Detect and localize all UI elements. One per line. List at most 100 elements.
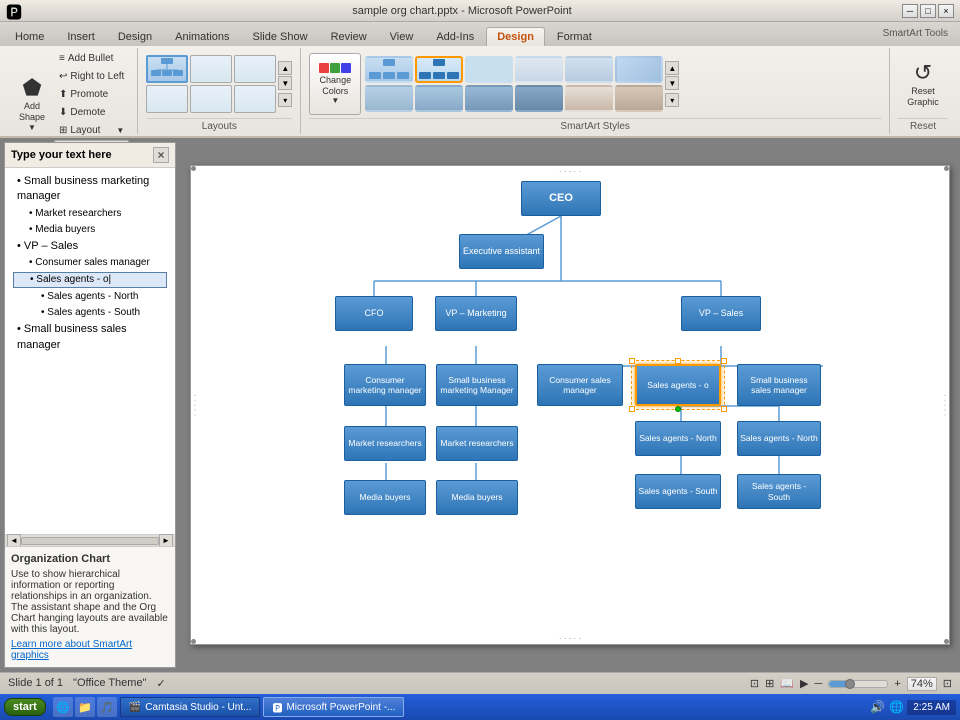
layouts-scroll-up[interactable]: ▲: [278, 61, 292, 75]
layout-button[interactable]: ⊞ Layout ▼: [54, 122, 129, 139]
node-sales-s-2[interactable]: Sales agents - South: [737, 474, 821, 509]
taskbar-powerpoint[interactable]: 🅿 Microsoft PowerPoint -...: [263, 697, 404, 717]
top-dots: · · · · ·: [559, 167, 581, 176]
tab-review[interactable]: Review: [320, 27, 378, 46]
add-shape-button[interactable]: ⬟ AddShape ▼: [12, 73, 52, 135]
style-thumb-6[interactable]: [615, 56, 663, 83]
zoom-slider[interactable]: [828, 680, 888, 688]
style-thumb-8[interactable]: [415, 85, 463, 112]
tab-animations[interactable]: Animations: [164, 27, 240, 46]
style-thumb-2[interactable]: [415, 56, 463, 83]
view-reading-icon[interactable]: 📖: [780, 677, 794, 690]
node-cfo[interactable]: CFO: [335, 296, 413, 331]
layouts-scroll-down[interactable]: ▼: [278, 76, 292, 90]
text-pane-item-7: Sales agents - North: [13, 290, 167, 304]
text-pane-item-1: Small business marketing manager: [13, 174, 167, 205]
styles-scroll: ▲ ▼ ▾: [665, 61, 679, 107]
info-link[interactable]: Learn more about SmartArt graphics: [11, 639, 132, 661]
node-sales-n-1[interactable]: Sales agents - North: [635, 421, 721, 456]
view-normal-icon[interactable]: ⊡: [750, 677, 759, 690]
zoom-thumb[interactable]: [845, 679, 855, 689]
node-exec-asst[interactable]: Executive assistant: [459, 234, 544, 269]
node-vp-sales[interactable]: VP – Sales: [681, 296, 761, 331]
layout-thumb-2[interactable]: [190, 55, 232, 83]
style-thumb-9[interactable]: [465, 85, 513, 112]
layout-thumb-6[interactable]: [234, 85, 276, 113]
style-thumb-11[interactable]: [565, 85, 613, 112]
style-thumb-4[interactable]: [515, 56, 563, 83]
fit-page-icon[interactable]: ⊡: [943, 677, 952, 690]
taskbar-ppt-label: Microsoft PowerPoint -...: [286, 702, 395, 713]
node-ceo[interactable]: CEO: [521, 181, 601, 216]
tab-home[interactable]: Home: [4, 27, 55, 46]
tab-insert[interactable]: Insert: [56, 27, 106, 46]
style-thumb-3[interactable]: [465, 56, 513, 83]
style-thumb-7[interactable]: [365, 85, 413, 112]
view-slide-icon[interactable]: ⊞: [765, 677, 774, 690]
tab-slideshow[interactable]: Slide Show: [242, 27, 319, 46]
style-thumb-12[interactable]: [615, 85, 663, 112]
close-button[interactable]: ×: [938, 4, 954, 18]
tab-addins[interactable]: Add-Ins: [425, 27, 485, 46]
text-pane-scroll-track[interactable]: [21, 537, 159, 545]
layout-thumb-3[interactable]: [234, 55, 276, 83]
node-media-1[interactable]: Media buyers: [344, 480, 426, 515]
network-icon[interactable]: 🌐: [889, 700, 904, 714]
tab-view[interactable]: View: [379, 27, 425, 46]
right-to-left-button[interactable]: ↩ Right to Left: [54, 68, 129, 85]
tab-design[interactable]: Design: [107, 27, 163, 46]
bottom-dots: · · · · ·: [559, 634, 581, 643]
node-sales-s-1[interactable]: Sales agents - South: [635, 474, 721, 509]
node-consumer-mkt[interactable]: Consumer marketing manager: [344, 364, 426, 406]
view-slideshow-icon[interactable]: ▶: [800, 677, 808, 690]
tab-format[interactable]: Format: [546, 27, 603, 46]
style-thumb-1[interactable]: [365, 56, 413, 83]
maximize-button[interactable]: □: [920, 4, 936, 18]
styles-scroll-up[interactable]: ▲: [665, 61, 679, 75]
layouts-scroll-more[interactable]: ▾: [278, 93, 292, 107]
node-market-res-2[interactable]: Market researchers: [436, 426, 518, 461]
slide-canvas[interactable]: CEO Executive assistant CFO VP – Marketi…: [190, 165, 950, 645]
node-consumer-sales[interactable]: Consumer sales manager: [537, 364, 623, 406]
minimize-button[interactable]: ─: [902, 4, 918, 18]
promote-button[interactable]: ⬆ Promote: [54, 86, 129, 103]
node-sales-n-2[interactable]: Sales agents - North: [737, 421, 821, 456]
reset-graphic-button[interactable]: ↺ ResetGraphic: [898, 53, 948, 115]
demote-button[interactable]: ⬇ Demote: [54, 104, 129, 121]
styles-grid: [365, 56, 663, 112]
style-thumb-10[interactable]: [515, 85, 563, 112]
taskbar-icon-media[interactable]: 🎵: [97, 697, 117, 717]
node-small-biz-sales[interactable]: Small business sales manager: [737, 364, 821, 406]
status-right: ⊡ ⊞ 📖 ▶ ─ + 74% ⊡: [750, 677, 952, 691]
theme-info: "Office Theme": [73, 677, 146, 690]
text-pane-body[interactable]: Small business marketing manager Market …: [5, 168, 175, 534]
text-pane-item-6[interactable]: Sales agents - o|: [13, 272, 167, 288]
node-market-res-1[interactable]: Market researchers: [344, 426, 426, 461]
text-pane-title: Type your text here: [11, 149, 112, 161]
layouts-label: Layouts: [146, 118, 292, 132]
node-sales-agents-o[interactable]: Sales agents - o: [635, 364, 721, 406]
volume-icon[interactable]: 🔊: [870, 700, 885, 714]
taskbar-icon-folder[interactable]: 📁: [75, 697, 95, 717]
zoom-minus[interactable]: ─: [815, 678, 823, 690]
add-shape-arrow: ▼: [28, 123, 36, 132]
styles-scroll-more[interactable]: ▾: [665, 93, 679, 107]
start-button[interactable]: start: [4, 698, 46, 716]
style-thumb-5[interactable]: [565, 56, 613, 83]
layout-thumb-5[interactable]: [190, 85, 232, 113]
zoom-level[interactable]: 74%: [907, 677, 937, 691]
change-colors-button[interactable]: Change Colors ▼: [309, 53, 361, 115]
taskbar-icon-ie[interactable]: 🌐: [53, 697, 73, 717]
node-media-2[interactable]: Media buyers: [436, 480, 518, 515]
text-pane-close-button[interactable]: ×: [153, 147, 169, 163]
node-vp-marketing[interactable]: VP – Marketing: [435, 296, 517, 331]
layout-thumb-1[interactable]: [146, 55, 188, 83]
tab-smartart-design[interactable]: Design: [486, 27, 545, 46]
layout-thumb-4[interactable]: [146, 85, 188, 113]
taskbar-clock[interactable]: 2:25 AM: [907, 700, 956, 715]
zoom-plus[interactable]: +: [894, 678, 900, 690]
node-small-biz-mkt[interactable]: Small business marketing Manager: [436, 364, 518, 406]
taskbar-camtasia[interactable]: 🎬 Camtasia Studio - Unt...: [120, 697, 261, 717]
styles-scroll-down[interactable]: ▼: [665, 76, 679, 90]
add-bullet-button[interactable]: ≡ Add Bullet: [54, 50, 129, 67]
